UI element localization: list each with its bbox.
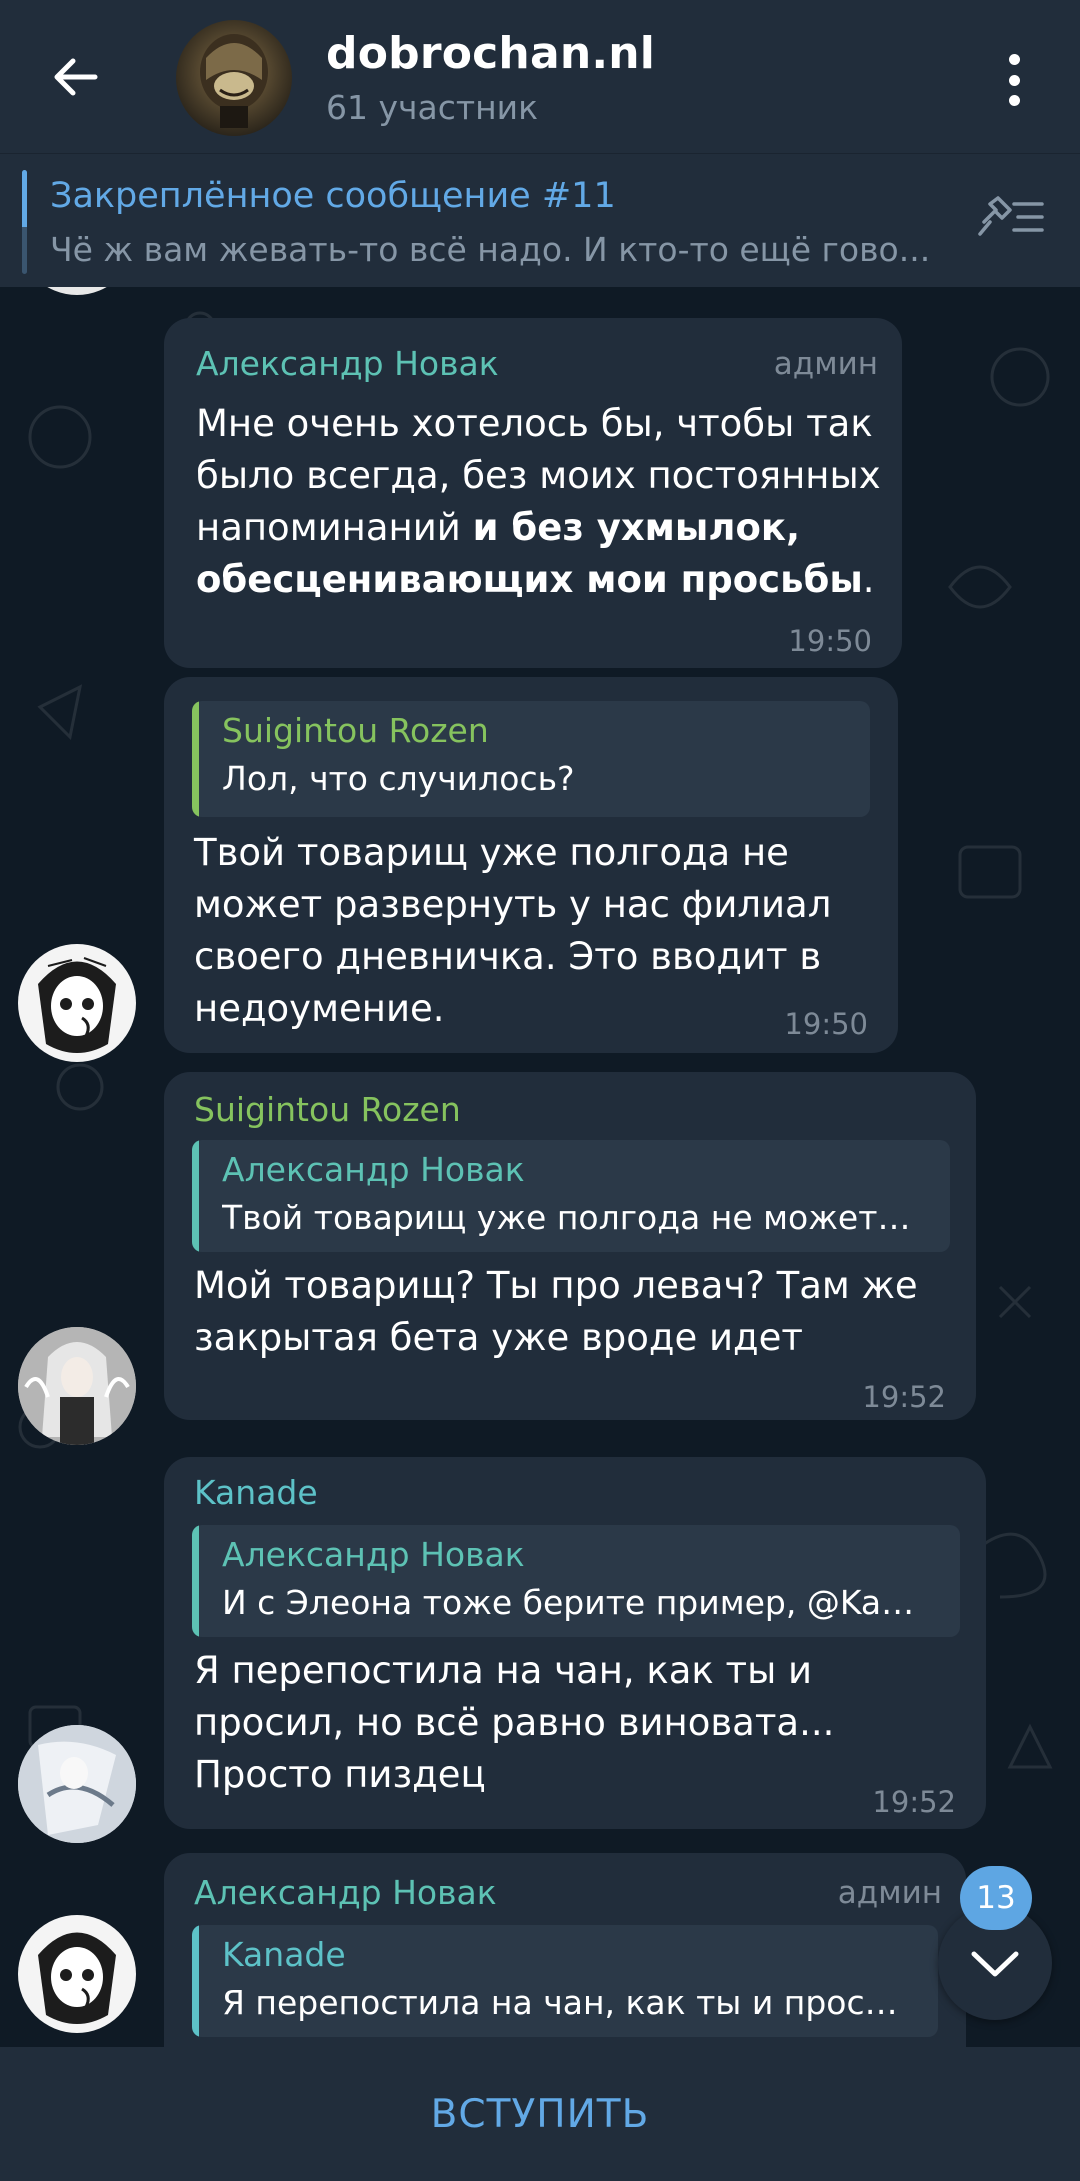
message-bubble[interactable]: Александр Новак админ Kanade Я перепости… [164,1853,966,2047]
pinned-message-bar[interactable]: Закреплённое сообщение #11 Чё ж вам жева… [0,153,1080,287]
message-time: 19:50 [788,624,872,658]
pinned-title: Закреплённое сообщение #11 [50,176,616,216]
group-avatar[interactable] [176,20,292,136]
reply-quote[interactable]: Александр Новак И с Элеона тоже берите п… [192,1525,960,1637]
pinned-indicator [22,170,27,274]
chat-header: dobrochan.nl 61 участник [0,0,1080,153]
avatar[interactable] [18,1327,136,1445]
admin-badge: админ [773,346,878,382]
chat-title[interactable]: dobrochan.nl [326,28,655,79]
sender-name[interactable]: Suigintou Rozen [194,1090,461,1129]
reply-sender: Kanade [222,1935,346,1974]
sender-name[interactable]: Александр Новак [196,344,499,383]
join-bar: ВСТУПИТЬ [0,2047,1080,2181]
message-time: 19:52 [872,1785,956,1819]
message-text: Мне очень хотелось бы, чтобы так было вс… [196,402,881,601]
message-bubble[interactable]: Suigintou Rozen Лол, что случилось? Твой… [164,677,898,1053]
message-list[interactable]: Александр Новак админ Мне очень хотелось… [0,287,1080,2047]
chevron-down-icon [971,1951,1019,1977]
pinned-text: Чё ж вам жевать-то всё надо. И кто-то ещ… [50,230,931,269]
message-bubble[interactable]: Александр Новак админ Мне очень хотелось… [164,318,902,668]
join-button[interactable]: ВСТУПИТЬ [431,2092,650,2137]
reply-quote[interactable]: Александр Новак Твой товарищ уже полгода… [192,1140,950,1252]
more-vertical-icon [1008,54,1020,65]
reply-indicator [192,1925,199,2037]
sender-name[interactable]: Kanade [194,1473,318,1512]
avatar[interactable] [18,1725,136,1843]
message-text: Мой товарищ? Ты про левач? Там же закрыт… [194,1264,918,1359]
reply-indicator [192,701,199,817]
sender-name[interactable]: Александр Новак [194,1873,497,1912]
message-text: Твой товарищ уже полгода не может развер… [194,831,832,1030]
message-time: 19:50 [784,1007,868,1041]
message-text: Я перепостила на чан, как ты и просил, н… [194,1649,835,1796]
avatar[interactable] [18,1915,136,2033]
reply-indicator [192,1525,199,1637]
reply-text: И с Элеона тоже берите пример, @Ka… [222,1583,915,1622]
reply-text: Твой товарищ уже полгода не может… [222,1198,911,1237]
reply-text: Лол, что случилось? [222,759,575,798]
reply-quote[interactable]: Suigintou Rozen Лол, что случилось? [192,701,870,817]
arrow-left-icon [54,58,98,96]
more-menu-button[interactable] [990,48,1038,112]
pin-list-icon[interactable] [976,192,1046,242]
reply-sender: Suigintou Rozen [222,711,489,750]
avatar[interactable] [18,944,136,1062]
reply-text: Я перепостила на чан, как ты и прос… [222,1983,898,2022]
reply-indicator [192,1140,199,1252]
message-bubble[interactable]: Suigintou Rozen Александр Новак Твой тов… [164,1072,976,1420]
back-button[interactable] [42,44,108,110]
admin-badge: админ [837,1875,942,1911]
reply-sender: Александр Новак [222,1535,525,1574]
message-time: 19:52 [862,1380,946,1414]
member-count: 61 участник [326,88,539,127]
unread-count-badge: 13 [960,1866,1032,1930]
message-bubble[interactable]: Kanade Александр Новак И с Элеона тоже б… [164,1457,986,1829]
reply-sender: Александр Новак [222,1150,525,1189]
reply-quote[interactable]: Kanade Я перепостила на чан, как ты и пр… [192,1925,938,2037]
